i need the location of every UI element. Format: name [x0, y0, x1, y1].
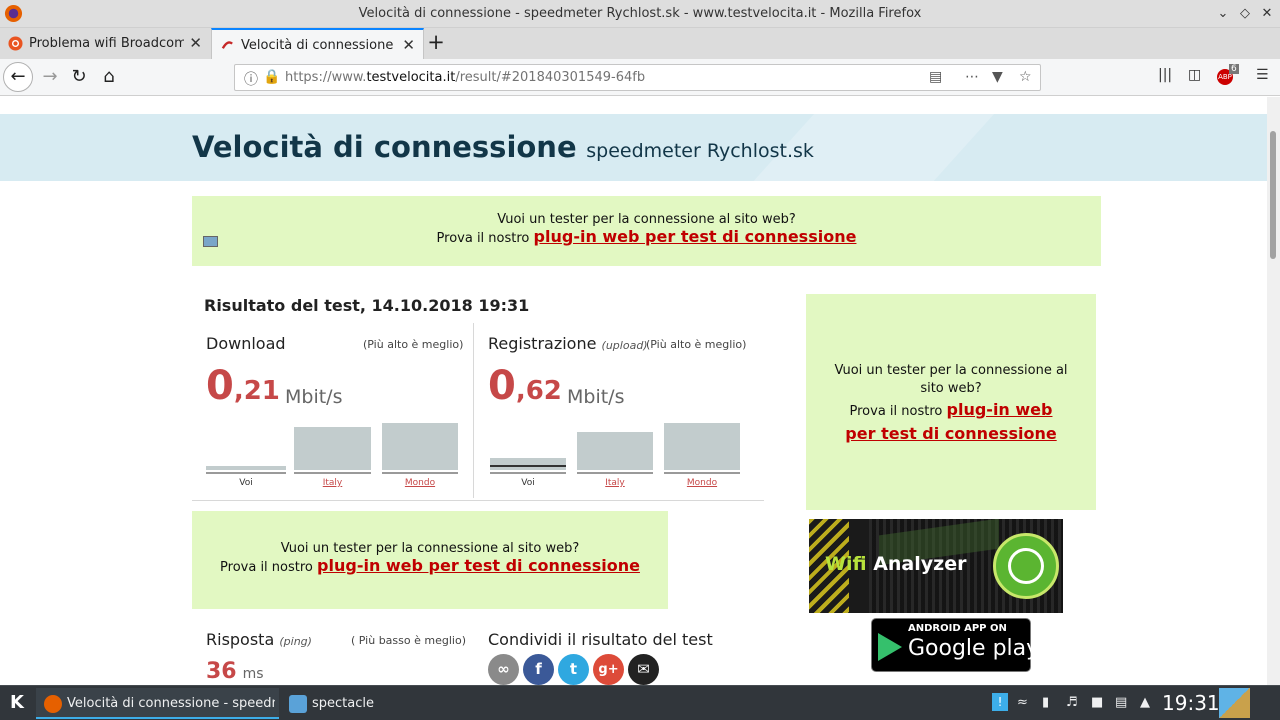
download-bar-mondo [382, 423, 458, 470]
download-label-mondo[interactable]: Mondo [382, 478, 458, 488]
menu-icon[interactable]: ☰ [1256, 67, 1269, 83]
tab-close-icon[interactable]: ✕ [402, 30, 415, 61]
ubuntu-icon [8, 36, 23, 51]
download-label-italy[interactable]: Italy [294, 478, 371, 488]
window-title: Velocità di connessione - speedmeter Ryc… [358, 6, 922, 21]
share-title: Condividi il risultato del test [488, 630, 713, 649]
lock-icon[interactable]: 🔒 [263, 69, 280, 85]
download-title: Download [206, 334, 286, 353]
window-titlebar: Velocità di connessione - speedmeter Ryc… [0, 0, 1280, 28]
upload-unit: Mbit/s [567, 386, 625, 408]
google-play-badge[interactable]: ANDROID APP ON Google play [871, 618, 1039, 672]
tab-label: Velocità di connessione - sp [241, 38, 397, 53]
upload-value: 0,62 [488, 363, 562, 409]
promo-question: Vuoi un tester per la connessione al sit… [280, 541, 580, 556]
firefox-icon [44, 695, 62, 713]
tab-close-icon[interactable]: ✕ [189, 28, 202, 59]
promo-prefix: Prova il nostro [849, 404, 943, 419]
tab-bar: Problema wifi Broadcom 4 ✕ Velocità di c… [0, 28, 1280, 59]
ping-title: Risposta (ping) [206, 630, 312, 649]
minimize-icon[interactable]: ⌄ [1213, 4, 1233, 24]
google-play-icon [878, 633, 902, 661]
wifi-analyzer-ad[interactable]: Wifi Analyzer [809, 519, 1063, 613]
tab-velocita[interactable]: Velocità di connessione - sp ✕ [211, 28, 424, 59]
upload-bar-mondo [664, 423, 740, 470]
promo-banner-middle: Vuoi un tester per la connessione al sit… [192, 511, 668, 609]
clipboard-icon[interactable]: ▤ [1115, 695, 1127, 710]
broken-image-icon [203, 236, 218, 247]
share-link-icon[interactable]: ∞ [488, 654, 519, 685]
task-firefox[interactable]: Velocità di connessione - speedme... [36, 688, 279, 719]
tray-expand-icon[interactable]: ▲ [1140, 695, 1150, 710]
testvelocita-favicon [221, 41, 233, 49]
page-title: Velocità di connessione speedmeter Rychl… [192, 130, 814, 164]
email-icon[interactable]: ✉ [628, 654, 659, 685]
volume-icon[interactable]: ♬ [1066, 695, 1078, 710]
forward-button[interactable]: → [35, 62, 65, 92]
hero-banner: Velocità di connessione speedmeter Rychl… [0, 114, 1267, 181]
promo-link[interactable]: plug-in web per test di connessione [534, 227, 857, 246]
download-unit: Mbit/s [285, 386, 343, 408]
upload-bar-voi [490, 458, 566, 470]
back-button[interactable]: ← [3, 62, 33, 92]
page-viewport: Velocità di connessione speedmeter Rychl… [0, 97, 1267, 685]
upload-label-italy[interactable]: Italy [577, 478, 653, 488]
download-note: (Più alto è meglio) [363, 338, 464, 351]
upload-bar-italy [577, 432, 653, 470]
scrollbar-thumb[interactable] [1270, 131, 1276, 259]
sidebar-icon[interactable]: ◫ [1188, 67, 1201, 83]
upload-note: (Più alto è meglio) [646, 338, 747, 351]
info-icon[interactable]: ⓘ [244, 69, 258, 89]
battery-icon[interactable]: ▮ [1042, 695, 1049, 710]
task-spectacle[interactable]: spectacle [281, 688, 391, 719]
result-title: Risultato del test, 14.10.2018 19:31 [204, 296, 530, 315]
home-button[interactable]: ⌂ [94, 62, 124, 92]
pocket-icon[interactable]: ▼ [992, 69, 1003, 85]
new-tab-button[interactable]: + [426, 28, 446, 59]
lock-tray-icon[interactable]: ■ [1091, 695, 1103, 710]
promo-banner-side: Vuoi un tester per la connessione al sit… [806, 294, 1096, 510]
ping-note: ( Più basso è meglio) [351, 634, 466, 647]
download-value: 0,21 [206, 363, 280, 409]
notification-icon[interactable]: ! [992, 693, 1008, 711]
show-desktop-icon[interactable] [1219, 688, 1250, 718]
download-bar-italy [294, 427, 371, 470]
tab-problema-wifi[interactable]: Problema wifi Broadcom 4 ✕ [0, 28, 210, 59]
url-text[interactable]: https://www.testvelocita.it/result/#2018… [285, 70, 645, 85]
kde-launcher-icon[interactable]: K [5, 691, 29, 715]
promo-question: Vuoi un tester per la connessione al sit… [834, 363, 1068, 396]
download-bar-voi [206, 466, 286, 470]
facebook-icon[interactable]: f [523, 654, 554, 685]
wifi-icon[interactable]: ≈ [1017, 695, 1028, 710]
adblock-badge: 6 [1229, 64, 1239, 74]
promo-prefix: Prova il nostro [220, 560, 313, 575]
upload-label-mondo[interactable]: Mondo [664, 478, 740, 488]
promo-banner-top: Vuoi un tester per la connessione al sit… [192, 196, 1101, 266]
tab-label: Problema wifi Broadcom 4 [29, 36, 184, 51]
twitter-icon[interactable]: t [558, 654, 589, 685]
maximize-icon[interactable]: ◇ [1235, 4, 1255, 24]
reload-button[interactable]: ↻ [64, 62, 94, 92]
taskbar: K Velocità di connessione - speedme... s… [0, 685, 1280, 720]
clock[interactable]: 19:31 [1162, 691, 1220, 715]
reader-view-icon[interactable]: ▤ [929, 69, 942, 85]
library-icon[interactable]: ||| [1158, 67, 1172, 83]
promo-prefix: Prova il nostro [436, 231, 530, 246]
ping-value: 36 ms [206, 659, 264, 684]
wifi-analyzer-ad-text: Wifi Analyzer [825, 553, 967, 575]
promo-question: Vuoi un tester per la connessione al sit… [497, 212, 796, 227]
spectacle-icon [289, 695, 307, 713]
url-bar[interactable]: ⓘ 🔒 https://www.testvelocita.it/result/#… [234, 64, 1041, 91]
promo-link[interactable]: plug-in web per test di connessione [317, 556, 640, 575]
upload-label-voi: Voi [521, 478, 535, 488]
page-actions-icon[interactable]: ⋯ [965, 69, 979, 85]
page-subtitle: speedmeter Rychlost.sk [586, 140, 814, 162]
wifi-signal-icon [993, 533, 1059, 599]
close-window-icon[interactable]: ✕ [1257, 4, 1277, 24]
navigation-bar: ← → ↻ ⌂ ⓘ 🔒 https://www.testvelocita.it/… [0, 59, 1280, 96]
upload-title: Registrazione (upload) [488, 334, 648, 353]
bookmark-star-icon[interactable]: ☆ [1019, 69, 1032, 85]
download-label-voi: Voi [239, 478, 253, 488]
google-plus-icon[interactable]: g+ [593, 654, 624, 685]
